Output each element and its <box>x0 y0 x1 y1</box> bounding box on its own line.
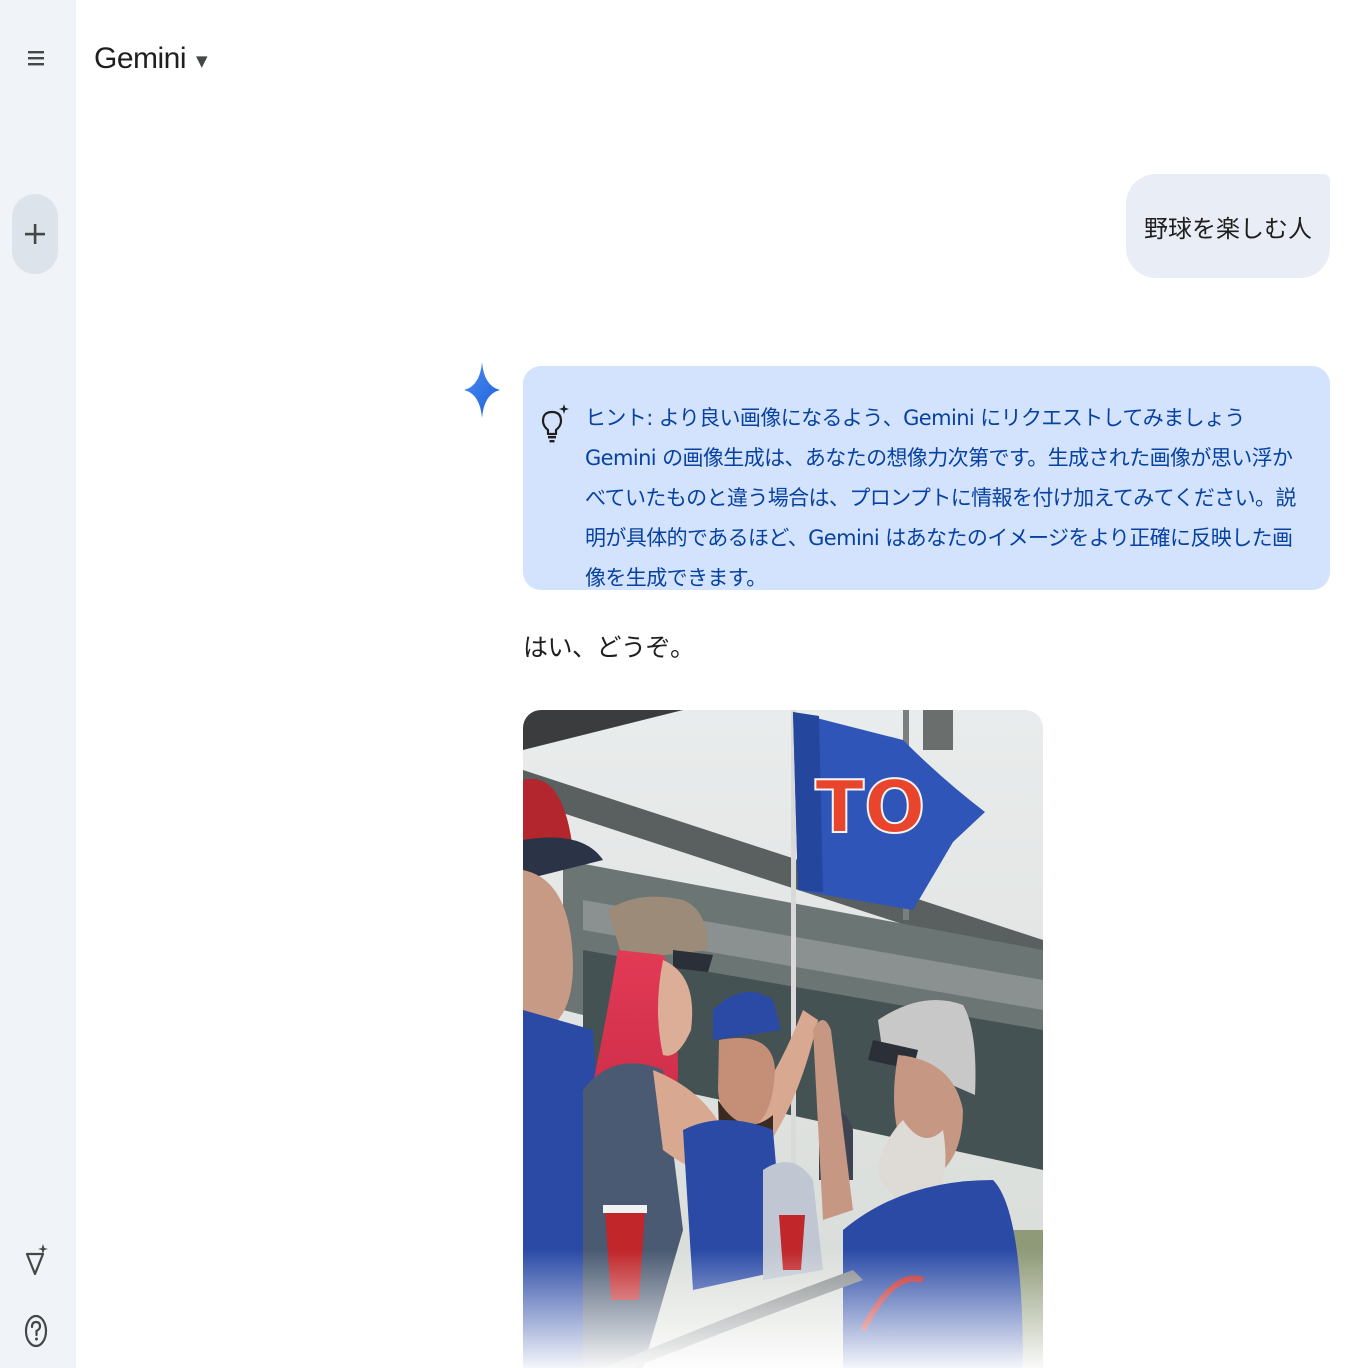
menu-icon <box>28 51 44 66</box>
sidebar <box>0 0 76 1368</box>
hint-card: ヒント: より良い画像になるよう、Gemini にリクエストしてみましょう Ge… <box>523 366 1330 590</box>
help-icon <box>24 1314 48 1348</box>
help-button[interactable] <box>18 1310 54 1352</box>
gemini-sparkle-icon <box>464 362 500 418</box>
gem-manager-button[interactable] <box>18 1240 54 1280</box>
app-title: Gemini <box>94 42 187 75</box>
generated-image[interactable]: TO <box>523 710 1043 1368</box>
plus-icon <box>25 224 45 244</box>
user-message: 野球を楽しむ人 <box>1126 174 1330 278</box>
lightbulb-sparkle-icon <box>541 404 569 443</box>
hint-title: ヒント: より良い画像になるよう、Gemini にリクエストしてみましょう <box>585 406 1245 430</box>
new-chat-button[interactable] <box>12 194 58 274</box>
gem-sparkle-icon <box>25 1244 48 1276</box>
hint-body: Gemini の画像生成は、あなたの想像力次第です。生成された画像が思い浮かべて… <box>585 446 1296 590</box>
menu-button[interactable] <box>14 38 58 78</box>
assistant-reply: はい、どうぞ。 <box>523 633 695 662</box>
chevron-down-icon: ▼ <box>196 52 208 70</box>
model-selector[interactable]: Gemini ▼ <box>94 34 208 84</box>
